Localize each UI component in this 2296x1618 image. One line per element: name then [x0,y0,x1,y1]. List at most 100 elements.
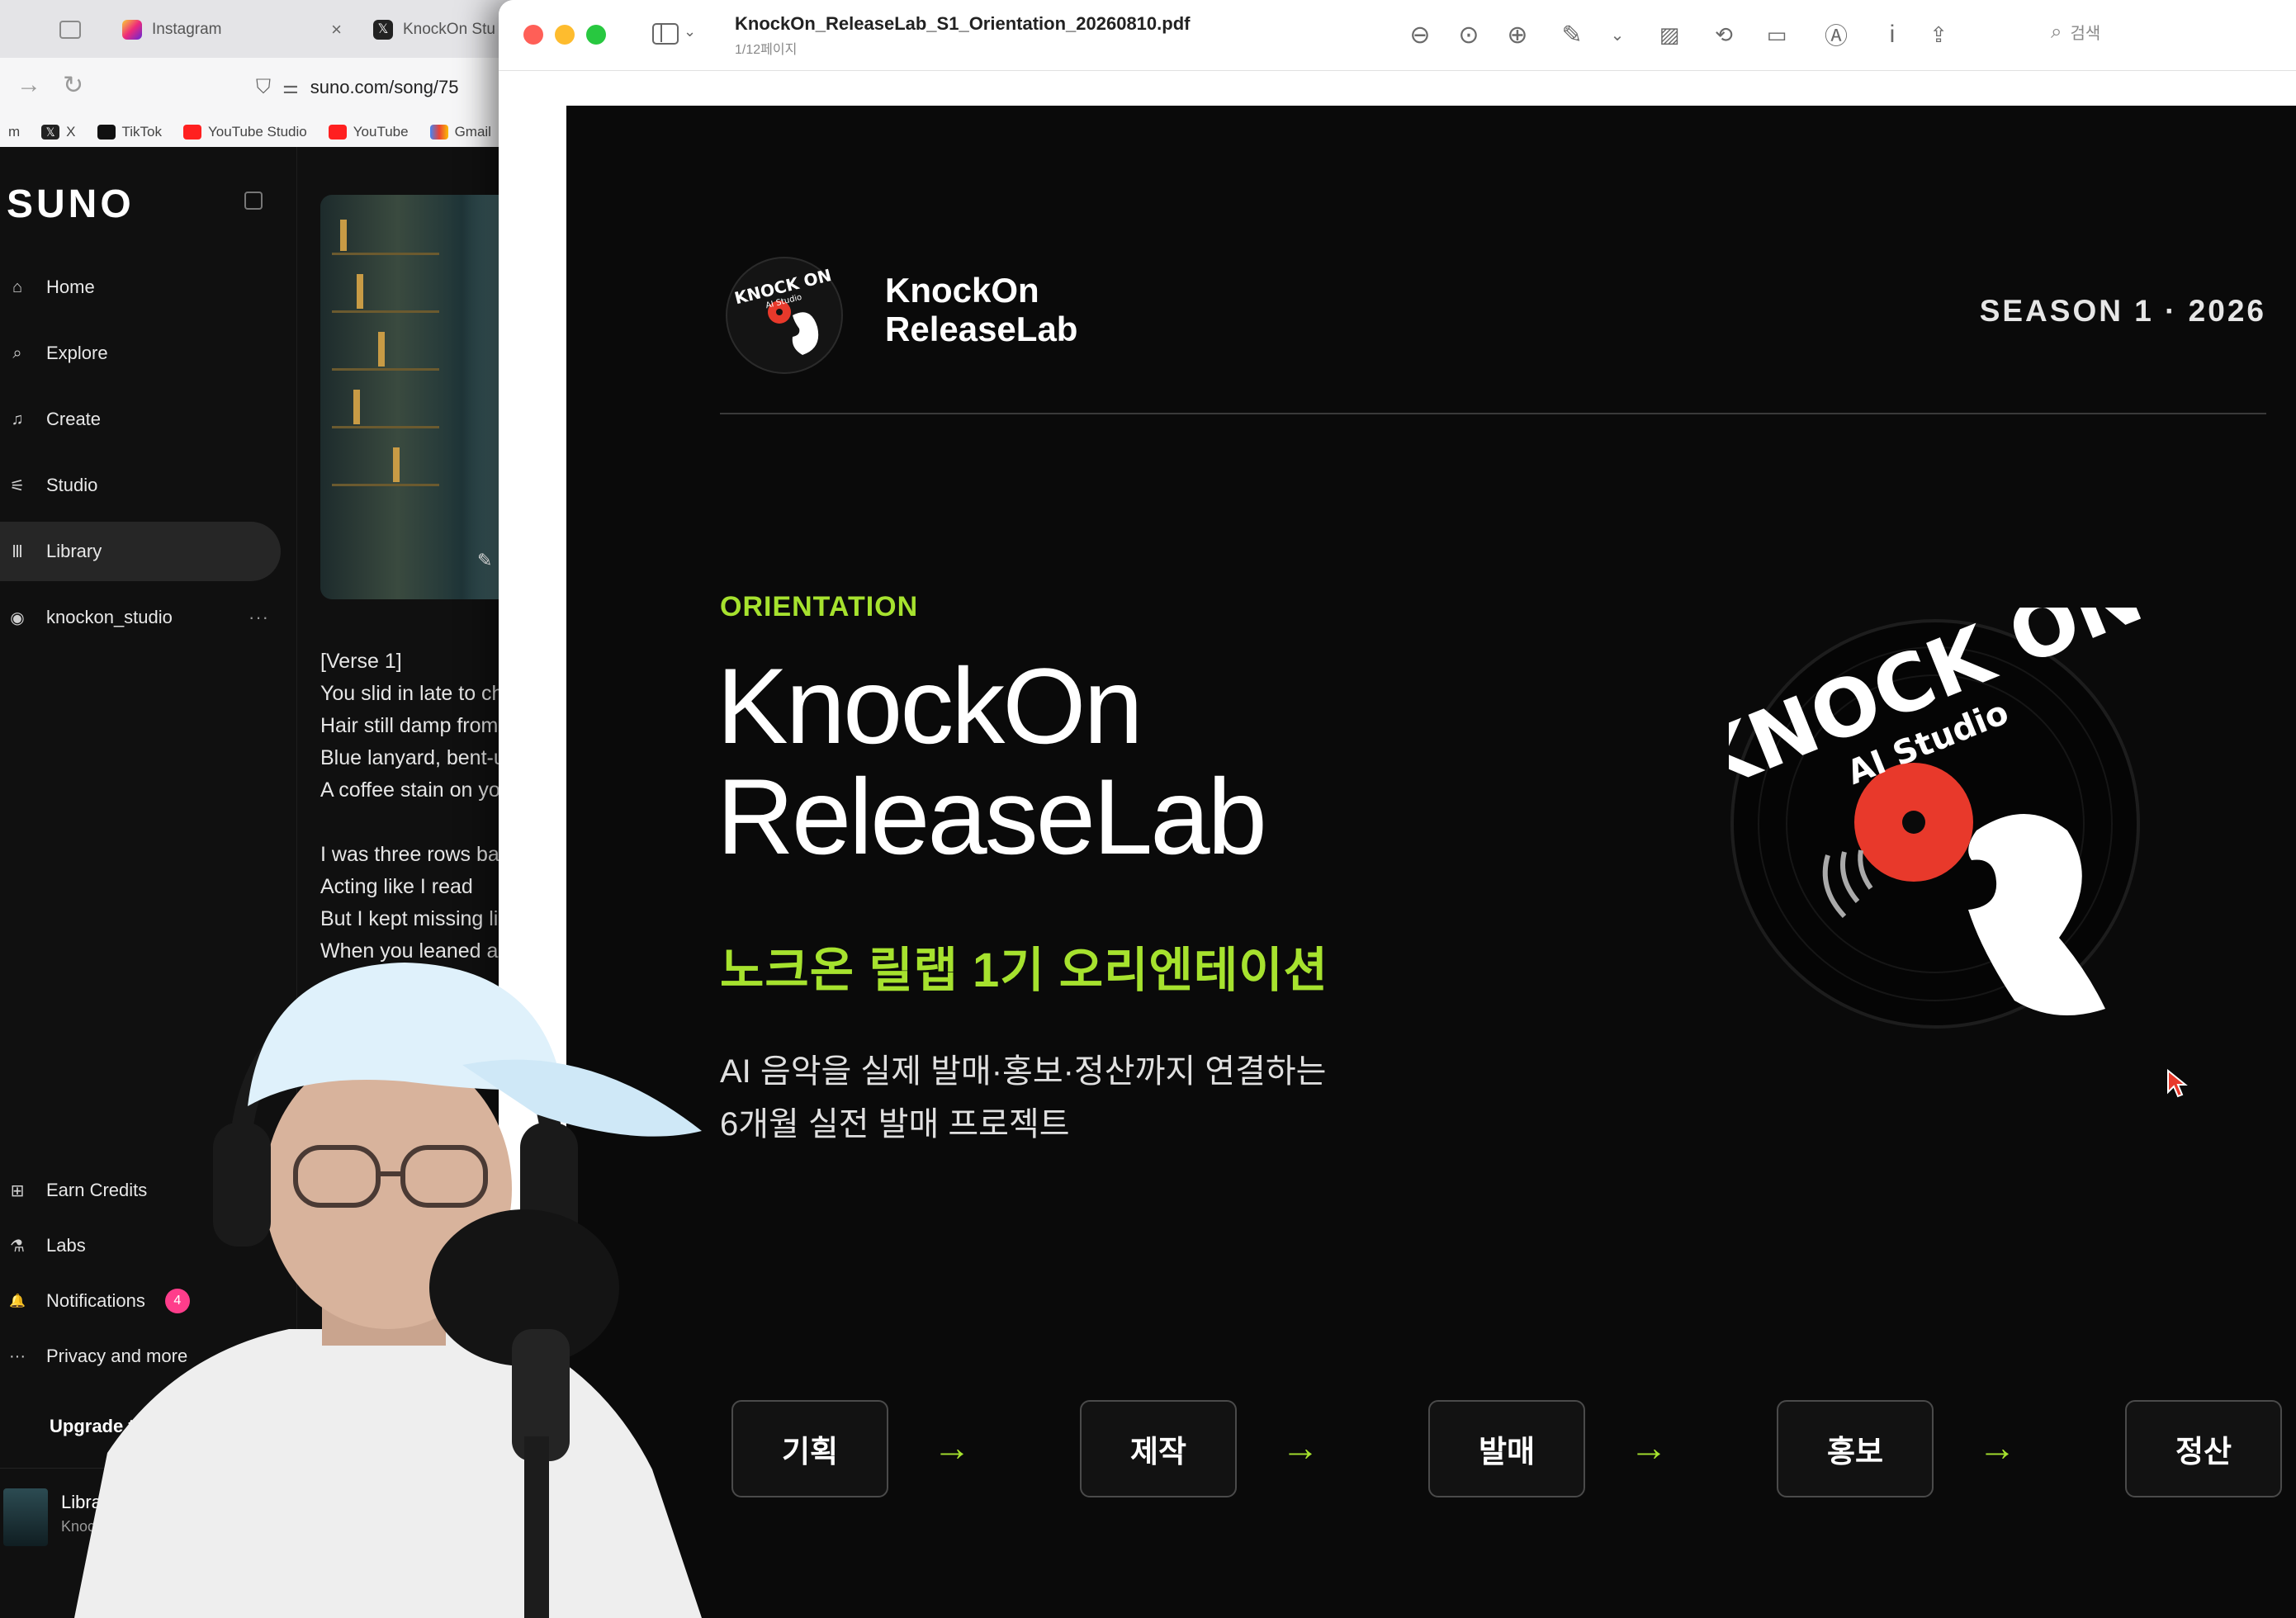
arrow-right-icon: → [1281,1426,1319,1469]
screen: Instagram × 𝕏 KnockOn Stu → ↻ ⛉ ⚌ suno.c… [0,0,2296,1618]
tiktok-icon [97,125,116,140]
cover-detail [332,484,439,486]
cover-detail [332,253,439,255]
info-icon[interactable]: i [1876,18,1909,51]
sliders-icon: ⚟ [10,476,25,495]
close-window-button[interactable] [523,25,543,45]
browser-window: Instagram × 𝕏 KnockOn Stu → ↻ ⛉ ⚌ suno.c… [0,0,578,1618]
tab-overview-button[interactable] [59,10,81,50]
minimize-window-button[interactable] [555,25,575,45]
fullscreen-window-button[interactable] [586,25,606,45]
tab-instagram[interactable]: Instagram × [122,10,350,50]
bookmark-label: TikTok [121,124,163,140]
youtube-icon [183,125,202,140]
actual-size-icon[interactable]: ⊙ [1452,18,1485,51]
sidebar-item-create[interactable]: ♫ Create [0,390,281,449]
search-field[interactable]: ⌕ 검색 [2051,20,2100,44]
tab-knockon-studio[interactable]: 𝕏 KnockOn Stu [373,10,495,50]
close-icon[interactable]: × [331,19,342,40]
title-line-2: ReleaseLab [717,756,1267,877]
season-label: SEASON 1 · 2026 [1979,294,2266,328]
step-production: 제작 [1080,1400,1237,1497]
chevron-down-icon[interactable]: ⌄ [1601,18,1634,51]
bookmark-label: X [66,124,76,140]
sidebar-item-profile[interactable]: ◉ knockon_studio ··· [0,588,281,647]
sidebar-item-label: Studio [46,475,98,495]
sidebar-item-privacy[interactable]: ··· Privacy and more [0,1327,281,1386]
bookmark-x[interactable]: 𝕏X [41,124,76,140]
now-playing-title: Library [61,1492,117,1512]
mouse-cursor-icon [2167,1069,2188,1098]
sidebar-item-earn-credits[interactable]: ⊞ Earn Credits [0,1161,281,1220]
cover-detail [332,310,439,313]
site-settings-icon[interactable]: ⚌ [282,77,299,98]
bookmark-youtube[interactable]: YouTube [328,124,409,140]
instagram-icon [122,20,142,40]
more-options-icon[interactable]: ··· [249,607,269,628]
crop-icon[interactable]: ▨ [1653,18,1686,51]
markup-icon[interactable]: ▭ [1760,18,1793,51]
now-playing-thumbnail [3,1488,48,1546]
gmail-icon [429,125,448,140]
bookmark-gmail[interactable]: Gmail [429,124,491,140]
chevron-down-icon[interactable]: ⌄ [684,23,696,40]
accessibility-icon[interactable]: Ⓐ [1820,18,1853,51]
forward-icon[interactable]: → [17,71,41,99]
sidebar-item-library[interactable]: Ⅲ Library [0,522,281,581]
sidebar-view-icon[interactable] [652,23,679,45]
sidebar-item-label: Home [46,277,95,297]
pdf-toolbar: ⌄ KnockOn_ReleaseLab_S1_Orientation_2026… [499,0,2296,71]
bookmark-youtube-studio[interactable]: YouTube Studio [183,124,307,140]
sidebar-item-label: knockon_studio [46,607,173,627]
search-icon: ⌕ [2051,20,2062,43]
cover-detail [332,426,439,428]
sidebar-item-home[interactable]: ⌂ Home [0,258,281,317]
page-indicator: 1/12페이지 [735,43,798,57]
arrow-right-icon: → [933,1426,971,1469]
zoom-out-icon[interactable]: ⊖ [1404,18,1437,51]
pdf-slide-page: KNOCK ON AI Studio KnockOn ReleaseLab SE… [566,106,2296,1618]
address-bar: → ↻ ⛉ ⚌ suno.com/song/75 [0,58,578,117]
zoom-in-icon[interactable]: ⊕ [1501,18,1534,51]
pdf-gutter [499,71,566,1618]
divider [720,413,2266,414]
pdf-preview-window: ⌄ KnockOn_ReleaseLab_S1_Orientation_2026… [499,0,2296,1618]
subtitle-line-1: AI 음악을 실제 발매·홍보·정산까지 연결하는 [720,1053,1327,1090]
sidebar-item-label: Labs [46,1235,86,1256]
brand-line-1: KnockOn [885,271,1039,310]
bookmark-label: Gmail [454,124,491,140]
cover-detail [332,368,439,371]
bookmark-tiktok[interactable]: TikTok [97,124,163,140]
arrow-right-icon: → [1978,1426,2016,1469]
cover-detail [378,332,385,367]
sidebar-item-label: Create [46,409,102,429]
korean-title: 노크온 릴랩 1기 오리엔테이션 [720,944,1328,997]
sidebar-item-notifications[interactable]: 🔔 Notifications 4 [0,1271,281,1331]
shield-icon[interactable]: ⛉ [256,76,271,99]
gift-icon: ⊞ [10,1181,25,1200]
sidebar-item-studio[interactable]: ⚟ Studio [0,456,281,515]
brand-name: KnockOn ReleaseLab [885,271,1133,348]
notification-badge: 4 [164,1289,190,1313]
reload-icon[interactable]: ↻ [63,71,83,100]
bookmark-label: YouTube [353,124,409,140]
library-icon: Ⅲ [12,542,23,561]
sidebar-item-label: Notifications [46,1290,145,1311]
pen-icon[interactable]: ✎ [1555,18,1588,51]
sidebar-item-label: Privacy and more [46,1346,188,1366]
upgrade-button[interactable]: Upgrade to Pre [0,1397,297,1456]
suno-logo[interactable]: SUNO [7,182,135,227]
tab-label: Instagram [152,21,222,38]
cover-detail [340,220,347,251]
sidebar-item-label: Earn Credits [46,1180,148,1200]
rotate-icon[interactable]: ⟲ [1707,18,1740,51]
share-icon[interactable]: ⇪ [1922,18,1955,51]
search-icon: ⌕ [12,343,22,362]
sidebar-item-labs[interactable]: ⚗ Labs [0,1216,281,1275]
sidebar-toggle-icon[interactable] [244,192,263,210]
sidebar-item-explore[interactable]: ⌕ Explore [0,324,281,383]
now-playing-bar[interactable]: Library Knock [0,1468,297,1559]
flask-icon: ⚗ [10,1237,25,1256]
subtitle-line-2: 6개월 실전 발매 프로젝트 [720,1106,1070,1143]
bookmark-fragment[interactable]: m [8,124,20,140]
